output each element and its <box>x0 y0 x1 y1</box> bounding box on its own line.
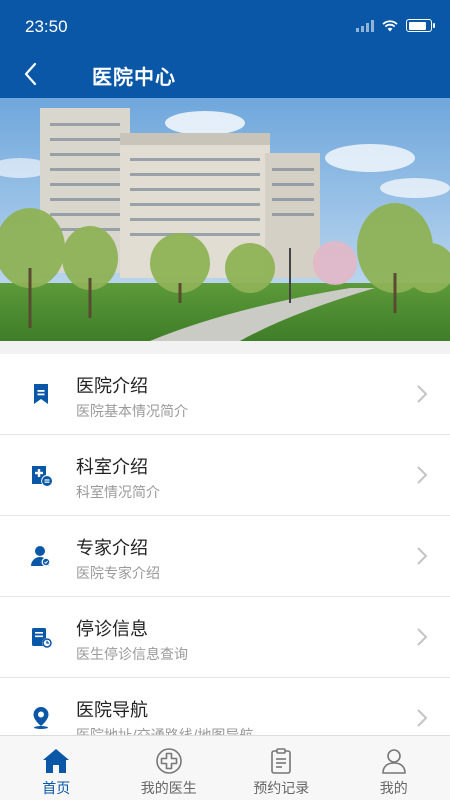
menu-list: 医院介绍 医院基本情况简介 科室介绍 科室情况简介 专家介绍 医院专家介绍 停诊… <box>0 354 450 759</box>
tab-my-doctor[interactable]: 我的医生 <box>113 736 226 800</box>
bottom-tab-bar: 首页 我的医生 预约记录 我的 <box>0 735 450 800</box>
menu-item-title: 停诊信息 <box>76 619 148 640</box>
hospital-banner-image <box>0 98 450 341</box>
menu-item-subtitle: 医院基本情况简介 <box>76 404 188 420</box>
menu-item-subtitle: 医院专家介绍 <box>76 566 160 582</box>
chevron-right-icon <box>417 385 428 403</box>
chevron-right-icon <box>417 709 428 727</box>
home-icon <box>43 749 70 773</box>
status-icons <box>356 19 435 32</box>
status-bar: 23:50 <box>0 0 450 50</box>
tab-appointment-records[interactable]: 预约记录 <box>225 736 338 800</box>
menu-item-title: 科室介绍 <box>76 457 148 478</box>
menu-item-title: 专家介绍 <box>76 538 148 559</box>
menu-item-department-intro[interactable]: 科室介绍 科室情况简介 <box>0 435 450 516</box>
chevron-right-icon <box>417 547 428 565</box>
menu-item-title: 医院介绍 <box>76 376 148 397</box>
tab-label: 首页 <box>42 781 71 797</box>
location-pin-icon <box>33 707 49 729</box>
page-title: 医院中心 <box>92 65 176 89</box>
tab-home[interactable]: 首页 <box>0 736 113 800</box>
tab-mine[interactable]: 我的 <box>338 736 450 800</box>
person-icon <box>381 749 406 774</box>
back-button[interactable] <box>12 56 48 92</box>
tab-label: 预约记录 <box>253 781 310 797</box>
battery-icon <box>406 19 435 32</box>
clipboard-icon <box>271 748 292 774</box>
chevron-right-icon <box>417 466 428 484</box>
bookmark-icon <box>34 384 48 404</box>
menu-item-expert-intro[interactable]: 专家介绍 医院专家介绍 <box>0 516 450 597</box>
tab-label: 我的医生 <box>140 781 197 797</box>
schedule-icon <box>32 628 52 648</box>
menu-item-hospital-intro[interactable]: 医院介绍 医院基本情况简介 <box>0 354 450 435</box>
header: 23:50 医院中心 <box>0 0 450 98</box>
wifi-icon <box>382 19 398 31</box>
battery-fill <box>408 21 427 30</box>
menu-item-title: 医院导航 <box>76 700 148 721</box>
nav-bar: 医院中心 <box>0 50 450 98</box>
menu-item-subtitle: 科室情况简介 <box>76 485 160 501</box>
menu-item-suspension-info[interactable]: 停诊信息 医生停诊信息查询 <box>0 597 450 678</box>
doctor-icon <box>31 546 51 567</box>
medical-cross-icon <box>155 748 182 774</box>
cell-signal-icon <box>356 19 374 32</box>
chevron-right-icon <box>417 628 428 646</box>
menu-item-subtitle: 医生停诊信息查询 <box>76 647 188 663</box>
tab-label: 我的 <box>379 781 408 797</box>
status-time: 23:50 <box>25 17 68 36</box>
chevron-left-icon <box>24 62 37 86</box>
medical-doc-icon <box>32 466 52 486</box>
